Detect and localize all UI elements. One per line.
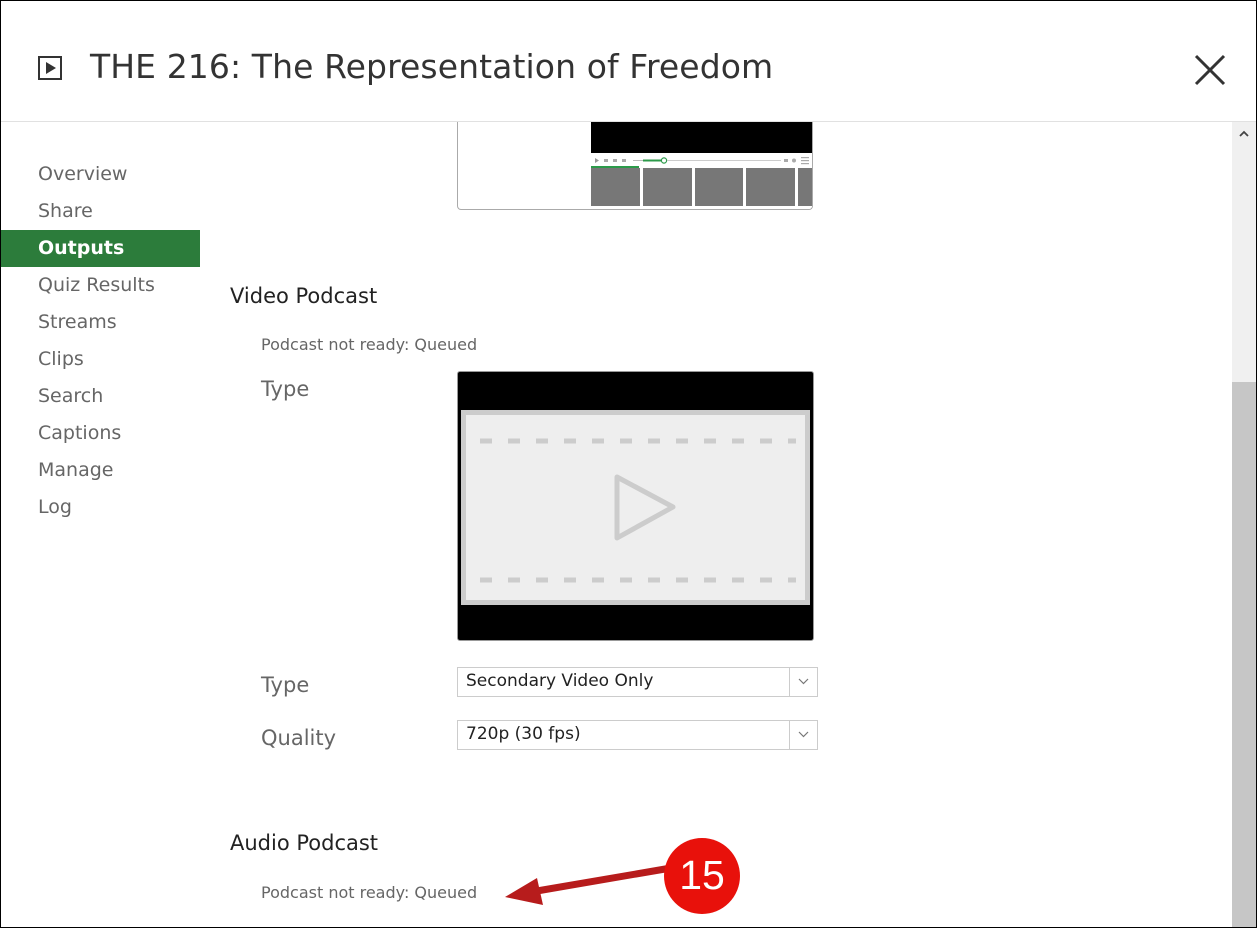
annotation-arrow-icon xyxy=(505,864,672,905)
chevron-down-icon[interactable] xyxy=(789,668,817,696)
vertical-scrollbar[interactable] xyxy=(1232,122,1256,927)
video-preview-placeholder xyxy=(457,371,814,641)
sidebar-item-manage[interactable]: Manage xyxy=(1,452,200,489)
video-podcast-heading: Video Podcast xyxy=(230,284,378,308)
quality-select-value: 720p (30 fps) xyxy=(466,724,581,744)
dialog-window: THE 216: The Representation of Freedom O… xyxy=(0,0,1257,928)
scrollbar-thumb[interactable] xyxy=(1232,382,1256,927)
quality-select[interactable]: 720p (30 fps) xyxy=(457,720,818,750)
type-preview-label: Type xyxy=(261,377,310,401)
player-controls-preview xyxy=(591,153,812,168)
sidebar-item-captions[interactable]: Captions xyxy=(1,415,200,452)
type-select[interactable]: Secondary Video Only xyxy=(457,667,818,697)
quality-select-label: Quality xyxy=(261,726,337,750)
chevron-up-icon[interactable] xyxy=(1232,122,1256,146)
play-box-icon xyxy=(38,56,62,80)
close-icon[interactable] xyxy=(1193,53,1227,87)
sidebar-item-outputs[interactable]: Outputs xyxy=(1,230,200,267)
play-icon xyxy=(480,438,796,583)
outputs-content: Video Podcast Podcast not ready: Queued … xyxy=(201,122,1231,927)
sidebar-item-share[interactable]: Share xyxy=(1,193,200,230)
sidebar-item-streams[interactable]: Streams xyxy=(1,304,200,341)
video-podcast-status: Podcast not ready: Queued xyxy=(261,335,478,354)
chevron-down-icon[interactable] xyxy=(789,721,817,749)
type-select-value: Secondary Video Only xyxy=(466,671,654,691)
player-layout-thumbnail xyxy=(457,122,813,210)
audio-podcast-status: Podcast not ready: Queued xyxy=(261,883,478,902)
dialog-header: THE 216: The Representation of Freedom xyxy=(1,1,1256,122)
sidebar-item-log[interactable]: Log xyxy=(1,489,200,526)
sidebar-item-clips[interactable]: Clips xyxy=(1,341,200,378)
sidebar-item-overview[interactable]: Overview xyxy=(1,156,200,193)
sidebar-item-search[interactable]: Search xyxy=(1,378,200,415)
type-select-label: Type xyxy=(261,673,310,697)
audio-podcast-heading: Audio Podcast xyxy=(230,831,379,855)
sidebar-nav: Overview Share Outputs Quiz Results Stre… xyxy=(1,156,200,526)
annotation-step-badge: 15 xyxy=(664,838,740,914)
page-title: THE 216: The Representation of Freedom xyxy=(90,47,774,86)
sidebar-item-quiz-results[interactable]: Quiz Results xyxy=(1,267,200,304)
